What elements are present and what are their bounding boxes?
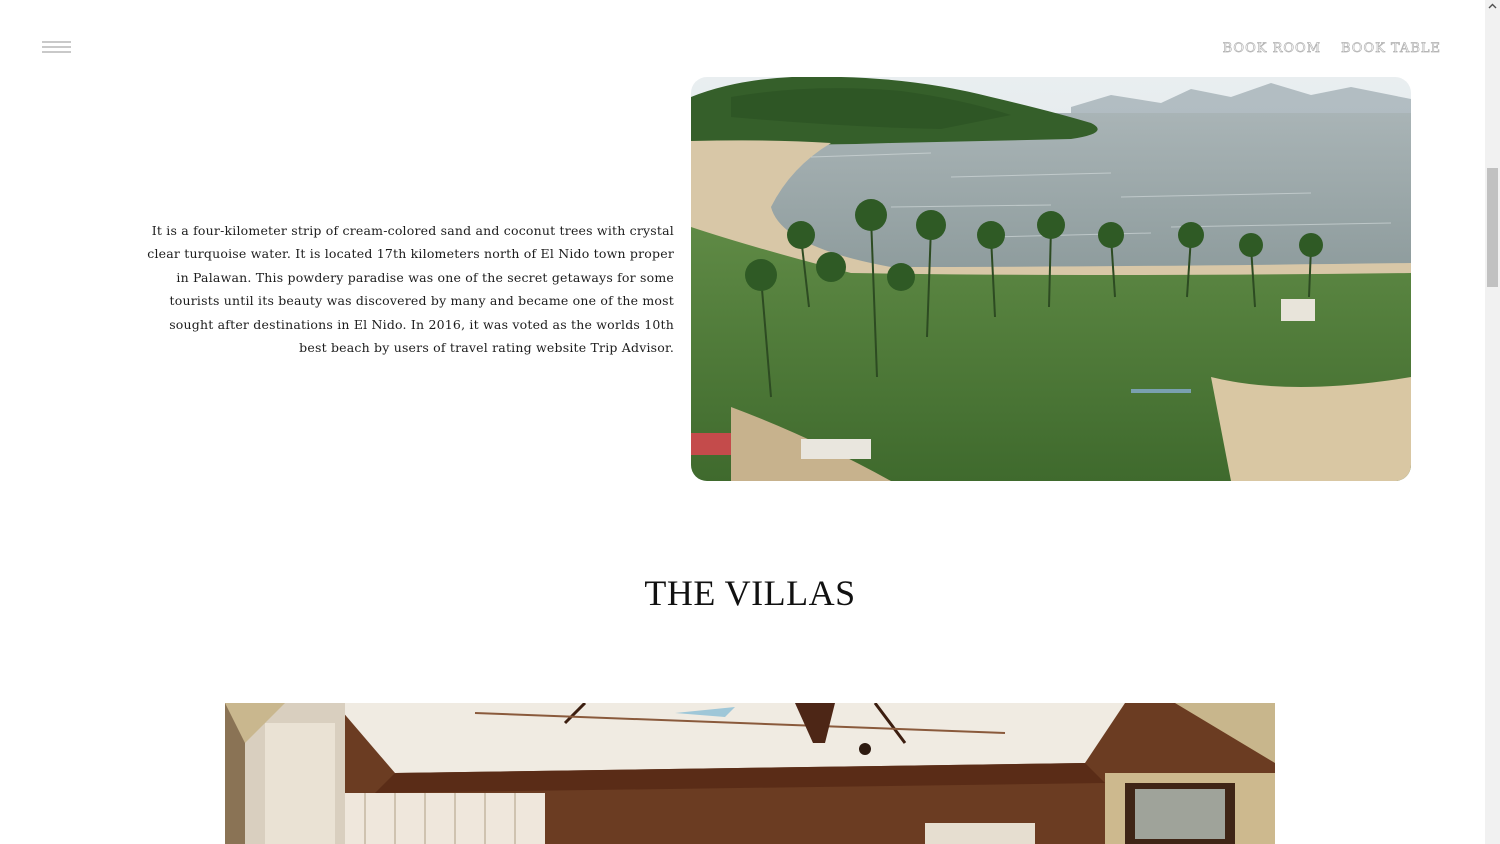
villa-interior-photo [225,703,1275,844]
menu-line [42,51,71,53]
beach-aerial-photo [691,77,1411,481]
scroll-up-arrow-icon[interactable] [1488,2,1497,11]
villas-heading: THE VILLAS [644,573,856,613]
hamburger-menu-icon[interactable] [42,41,72,55]
page-scrollbar[interactable] [1485,0,1500,844]
scrollbar-thumb[interactable] [1487,168,1498,287]
menu-line [42,46,71,48]
menu-line [42,41,71,43]
book-table-link[interactable]: BOOK TABLE [1341,41,1441,57]
beach-description: It is a four-kilometer strip of cream-co… [147,223,674,356]
book-room-link[interactable]: BOOK ROOM [1222,41,1321,57]
top-navigation: BOOK ROOM BOOK TABLE [1222,41,1441,57]
